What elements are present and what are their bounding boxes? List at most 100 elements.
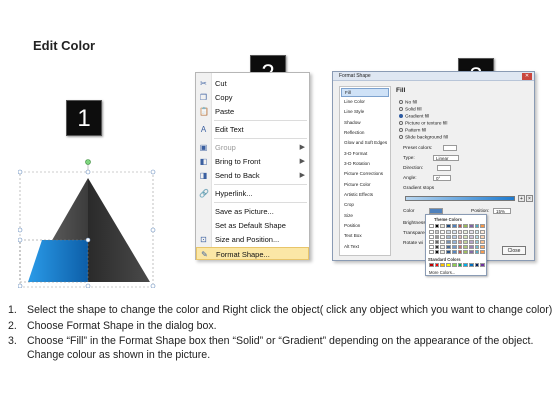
color-swatch[interactable]: [463, 235, 468, 239]
type-dropdown[interactable]: Linear: [433, 155, 459, 161]
color-swatch[interactable]: [440, 263, 446, 267]
color-swatch[interactable]: [429, 224, 434, 228]
category-text-box[interactable]: Text Box: [341, 232, 389, 241]
category-shadow[interactable]: Shadow: [341, 119, 389, 128]
category-picture-corrections[interactable]: Picture Corrections: [341, 170, 389, 179]
gradient-stops-bar[interactable]: [405, 196, 515, 201]
color-swatch[interactable]: [440, 230, 446, 234]
category-3d-rotation[interactable]: 3-D Rotation: [341, 160, 389, 169]
color-swatch[interactable]: [474, 235, 480, 239]
color-swatch[interactable]: [474, 263, 480, 267]
color-swatch[interactable]: [480, 230, 486, 234]
color-swatch[interactable]: [457, 224, 463, 228]
color-swatch[interactable]: [468, 245, 474, 249]
fill-option-picture[interactable]: Picture or texture fill: [399, 121, 447, 127]
color-swatch[interactable]: [429, 263, 434, 267]
color-swatch[interactable]: [457, 240, 463, 244]
color-swatch[interactable]: [451, 263, 457, 267]
remove-stop-icon[interactable]: ×: [526, 195, 533, 202]
color-swatch[interactable]: [474, 230, 480, 234]
color-swatch[interactable]: [446, 230, 451, 234]
category-alt-text[interactable]: Alt Text: [341, 243, 389, 252]
color-swatch[interactable]: [480, 224, 486, 228]
color-swatch[interactable]: [434, 240, 440, 244]
color-swatch[interactable]: [429, 230, 434, 234]
color-swatch[interactable]: [434, 235, 440, 239]
color-swatch[interactable]: [451, 245, 457, 249]
color-swatch[interactable]: [440, 224, 446, 228]
color-swatch[interactable]: [474, 224, 480, 228]
color-swatch[interactable]: [434, 250, 440, 254]
menu-item-edit-text[interactable]: A Edit Text: [196, 123, 309, 136]
color-swatch[interactable]: [440, 240, 446, 244]
category-line-style[interactable]: Line Style: [341, 108, 389, 117]
menu-item-send-to-back[interactable]: ◨ Send to Back ▶: [196, 169, 309, 182]
menu-item-format-shape[interactable]: ✎ Format Shape...: [196, 247, 309, 260]
category-reflection[interactable]: Reflection: [341, 129, 389, 138]
color-swatch[interactable]: [429, 240, 434, 244]
color-swatch[interactable]: [434, 230, 440, 234]
menu-item-set-default-shape[interactable]: Set as Default Shape: [196, 219, 309, 232]
color-swatch[interactable]: [474, 245, 480, 249]
color-swatch[interactable]: [434, 224, 440, 228]
color-swatch[interactable]: [446, 250, 451, 254]
color-swatch[interactable]: [480, 240, 486, 244]
color-swatch[interactable]: [468, 235, 474, 239]
color-swatch[interactable]: [434, 263, 440, 267]
more-colors-link[interactable]: More Colors...: [429, 270, 455, 275]
position-input[interactable]: 15%: [493, 208, 511, 214]
color-swatch[interactable]: [457, 250, 463, 254]
color-swatch[interactable]: [468, 263, 474, 267]
menu-item-copy[interactable]: ❐ Copy: [196, 91, 309, 104]
color-swatch[interactable]: [463, 263, 468, 267]
color-swatch[interactable]: [429, 245, 434, 249]
color-swatch[interactable]: [457, 263, 463, 267]
close-button[interactable]: Close: [502, 246, 526, 255]
fill-option-pattern[interactable]: Pattern fill: [399, 128, 426, 134]
color-swatch[interactable]: [429, 250, 434, 254]
color-swatch[interactable]: [468, 224, 474, 228]
color-swatch[interactable]: [440, 245, 446, 249]
category-3d-format[interactable]: 3-D Format: [341, 150, 389, 159]
preset-colors-dropdown[interactable]: [443, 145, 457, 151]
pyramid-shape[interactable]: [18, 158, 158, 288]
color-swatch[interactable]: [480, 263, 486, 267]
angle-input[interactable]: 0°: [433, 175, 451, 181]
color-swatch[interactable]: [451, 235, 457, 239]
menu-item-paste[interactable]: 📋 Paste: [196, 105, 309, 118]
fill-option-gradient[interactable]: Gradient fill: [399, 114, 429, 120]
category-artistic-effects[interactable]: Artistic Effects: [341, 191, 389, 200]
category-glow[interactable]: Glow and Soft Edges: [341, 139, 389, 148]
color-swatch[interactable]: [429, 235, 434, 239]
color-swatch[interactable]: [468, 240, 474, 244]
color-swatch[interactable]: [468, 230, 474, 234]
color-swatch[interactable]: [457, 230, 463, 234]
color-swatch[interactable]: [446, 224, 451, 228]
color-swatch[interactable]: [480, 250, 486, 254]
category-crop[interactable]: Crop: [341, 201, 389, 210]
direction-dropdown[interactable]: [437, 165, 451, 171]
category-fill[interactable]: Fill: [341, 88, 389, 97]
color-swatch[interactable]: [451, 250, 457, 254]
category-line-color[interactable]: Line Color: [341, 98, 389, 107]
color-swatch[interactable]: [474, 250, 480, 254]
menu-item-size-position[interactable]: ⊡ Size and Position...: [196, 233, 309, 246]
color-swatch[interactable]: [480, 235, 486, 239]
category-size[interactable]: Size: [341, 212, 389, 221]
menu-item-bring-to-front[interactable]: ◧ Bring to Front ▶: [196, 155, 309, 168]
color-swatch[interactable]: [446, 263, 451, 267]
category-picture-color[interactable]: Picture Color: [341, 181, 389, 190]
color-swatch[interactable]: [451, 230, 457, 234]
color-swatch[interactable]: [468, 250, 474, 254]
color-swatch[interactable]: [451, 224, 457, 228]
color-swatch[interactable]: [446, 245, 451, 249]
color-swatch[interactable]: [440, 250, 446, 254]
color-swatch[interactable]: [457, 235, 463, 239]
color-swatch[interactable]: [474, 240, 480, 244]
color-swatch[interactable]: [446, 240, 451, 244]
color-swatch[interactable]: [440, 235, 446, 239]
color-swatch[interactable]: [463, 250, 468, 254]
menu-item-cut[interactable]: ✂ Cut: [196, 77, 309, 90]
color-swatch[interactable]: [446, 235, 451, 239]
add-stop-icon[interactable]: +: [518, 195, 525, 202]
